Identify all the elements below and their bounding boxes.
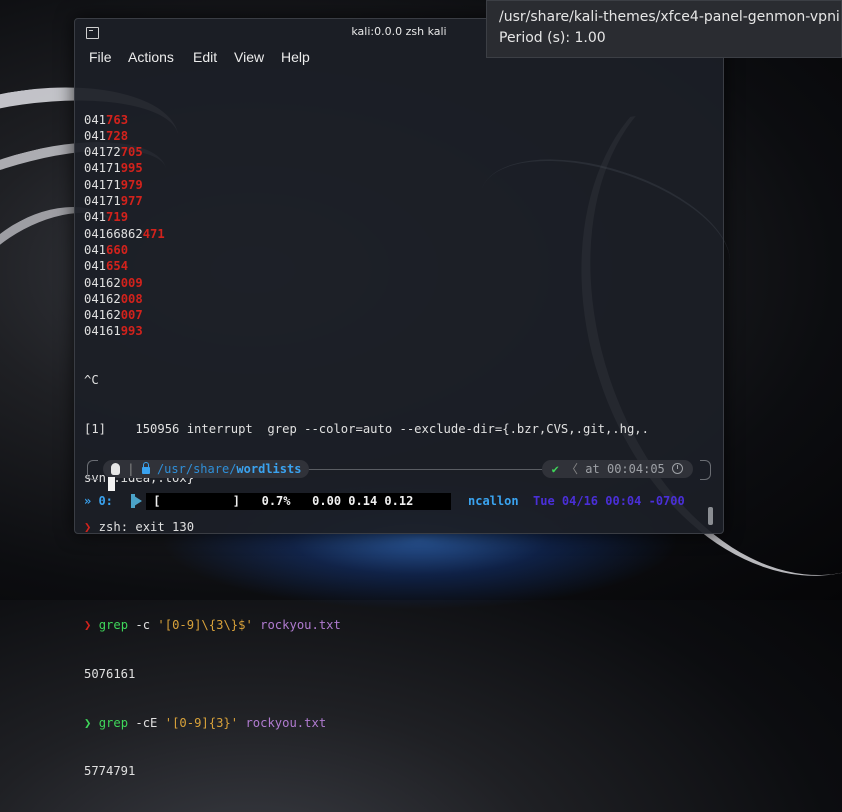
- menu-file[interactable]: File: [89, 49, 112, 65]
- command-line: ❯ grep -cE '[0-9]{3}' rockyou.txt: [84, 715, 714, 731]
- exit-status-line: ❯ zsh: exit 130: [84, 519, 714, 535]
- panel-tooltip: /usr/share/kali-themes/xfce4-panel-genmo…: [486, 0, 842, 58]
- menu-help[interactable]: Help: [281, 49, 310, 65]
- command-pattern: '[0-9]{3}': [164, 715, 239, 730]
- command-name: grep: [98, 617, 129, 632]
- command-file: rockyou.txt: [238, 715, 327, 730]
- match-prefix: 04162: [84, 308, 121, 323]
- command-file: rockyou.txt: [252, 617, 341, 632]
- match-prefix: 04161: [84, 324, 121, 339]
- match-prefix: 041: [84, 128, 107, 143]
- clock-icon: [672, 463, 683, 474]
- command-flag: -c: [128, 617, 158, 632]
- match-prefix: 041: [84, 210, 107, 225]
- tmux-status-bar: » 0: [ ] 0.7% 0.00 0.14 0.12 ncallon Tue…: [84, 493, 714, 510]
- match-highlight: 719: [106, 210, 129, 225]
- interrupt-line: ^C: [84, 373, 99, 388]
- grep-match-line: 04166862471: [84, 226, 714, 242]
- grep-match-line: 04161993: [84, 323, 714, 339]
- grep-match-line: 04162009: [84, 275, 714, 291]
- prompt-frame-right: [700, 460, 711, 480]
- path-leaf: wordlists: [236, 462, 302, 476]
- match-prefix: 041: [84, 112, 107, 127]
- text-cursor: [108, 477, 115, 491]
- terminal-window[interactable]: kali:0.0.0 zsh kali File Actions Edit Vi…: [74, 18, 748, 778]
- job-status-line: [1] 150956 interrupt grep --color=auto -…: [84, 422, 649, 437]
- path-mid: /share/: [185, 462, 237, 476]
- terminal-output[interactable]: 041763 041728 04172705 04171995 04171979 0417…: [84, 79, 714, 812]
- command-output: 5774791: [84, 764, 136, 779]
- match-prefix: 04171: [84, 177, 121, 192]
- match-highlight: 705: [120, 145, 143, 160]
- match-highlight: 977: [120, 194, 143, 209]
- command-name: grep: [98, 715, 129, 730]
- command-line: ❯ grep -c '[0-9]\{3\}$' rockyou.txt: [84, 617, 714, 633]
- match-highlight: 993: [120, 324, 143, 339]
- match-highlight: 008: [120, 291, 143, 306]
- menu-view[interactable]: View: [234, 49, 264, 65]
- path-root: /usr: [156, 462, 186, 476]
- menu-actions[interactable]: Actions: [128, 49, 174, 65]
- grep-match-line: 04172705: [84, 144, 714, 160]
- match-highlight: 654: [106, 259, 129, 274]
- match-highlight: 009: [120, 275, 143, 290]
- match-highlight: 995: [120, 161, 143, 176]
- match-prefix: 04166862: [84, 226, 143, 241]
- grep-match-line: 041719: [84, 209, 714, 225]
- tux-icon: [111, 463, 120, 475]
- prompt-line: | /usr/share/wordlists ✔ 〈 at 00:04:05: [87, 460, 711, 480]
- match-prefix: 041: [84, 242, 107, 257]
- prompt-left-segment: | /usr/share/wordlists: [103, 460, 310, 478]
- match-highlight: 007: [120, 308, 143, 323]
- grep-match-line: 041654: [84, 258, 714, 274]
- grep-match-line: 04162008: [84, 291, 714, 307]
- tmux-datetime: Tue 04/16 00:04 -0700: [533, 494, 685, 508]
- tooltip-script-path: /usr/share/kali-themes/xfce4-panel-genmo…: [499, 9, 842, 25]
- prompt-arrow-icon: ❯: [84, 715, 92, 730]
- match-prefix: 04172: [84, 145, 121, 160]
- grep-match-lines: 041763 041728 04172705 04171995 04171979 0417…: [84, 112, 714, 340]
- grep-match-line: 04171979: [84, 177, 714, 193]
- command-output: 5076161: [84, 666, 136, 681]
- match-prefix: 04162: [84, 291, 121, 306]
- lock-icon: [141, 462, 150, 474]
- prompt-time: 00:04:05: [606, 462, 665, 476]
- tmux-username: ncallon: [468, 494, 519, 508]
- grep-match-line: 041728: [84, 128, 714, 144]
- match-highlight: 660: [106, 242, 129, 257]
- match-highlight: 728: [106, 128, 129, 143]
- grep-match-line: 04171977: [84, 193, 714, 209]
- command-flag: -cE: [128, 715, 165, 730]
- tooltip-period: Period (s): 1.00: [499, 30, 606, 46]
- match-prefix: 04171: [84, 161, 121, 176]
- grep-match-line: 04162007: [84, 307, 714, 323]
- tmux-system-stats: [ ] 0.7% 0.00 0.14 0.12: [146, 493, 451, 510]
- command-pattern: '[0-9]\{3\}$': [157, 617, 253, 632]
- match-highlight: 471: [142, 226, 165, 241]
- match-highlight: 979: [120, 177, 143, 192]
- grep-match-line: 04171995: [84, 160, 714, 176]
- grep-match-line: 041660: [84, 242, 714, 258]
- prompt-path: /usr/share/wordlists: [157, 462, 302, 476]
- scrollbar-thumb[interactable]: [708, 507, 713, 525]
- match-prefix: 041: [84, 259, 107, 274]
- prompt-right-segment: ✔ 〈 at 00:04:05: [541, 460, 693, 478]
- grep-match-line: 041763: [84, 112, 714, 128]
- match-highlight: 763: [106, 112, 129, 127]
- match-prefix: 04162: [84, 275, 121, 290]
- tmux-window-index[interactable]: » 0:: [84, 493, 113, 510]
- powerline-arrow-icon: [131, 494, 142, 508]
- match-prefix: 04171: [84, 194, 121, 209]
- at-label: at: [585, 462, 600, 476]
- prompt-frame-left: [87, 460, 98, 480]
- menu-edit[interactable]: Edit: [193, 49, 217, 65]
- check-icon: ✔: [551, 462, 559, 476]
